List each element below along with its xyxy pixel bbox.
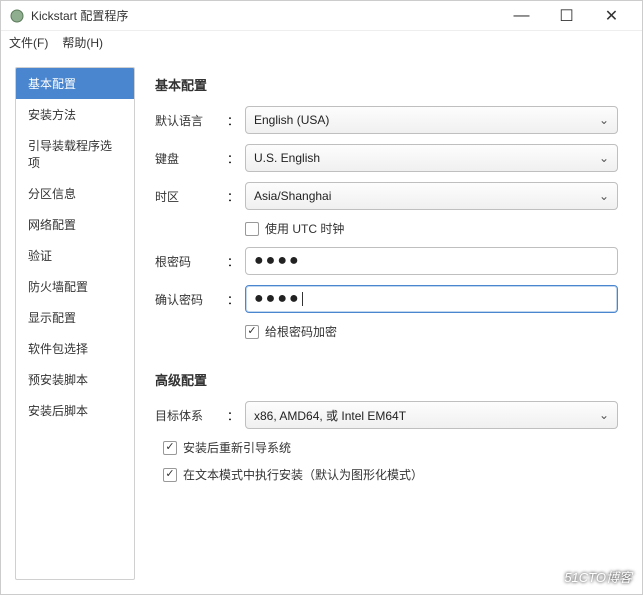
row-lang: 默认语言 ： English (USA) ⌄ — [155, 106, 618, 134]
menu-file[interactable]: 文件(F) — [9, 34, 48, 51]
confirmpw-value: ●●●● — [254, 291, 301, 307]
colon: ： — [227, 188, 239, 205]
minimize-button[interactable]: — — [499, 1, 544, 31]
sidebar-item-auth[interactable]: 验证 — [16, 240, 134, 271]
advanced-heading: 高级配置 — [155, 370, 618, 389]
main-panel: 基本配置 默认语言 ： English (USA) ⌄ 键盘 ： U.S. En… — [155, 67, 628, 580]
row-utc: 使用 UTC 时钟 — [155, 220, 618, 237]
row-keyboard: 键盘 ： U.S. English ⌄ — [155, 144, 618, 172]
lang-label: 默认语言 — [155, 112, 227, 129]
tz-value: Asia/Shanghai — [254, 189, 331, 203]
tz-select[interactable]: Asia/Shanghai ⌄ — [245, 182, 618, 210]
arch-select[interactable]: x86, AMD64, 或 Intel EM64T ⌄ — [245, 401, 618, 429]
sidebar-item-basic[interactable]: 基本配置 — [16, 68, 134, 99]
chevron-down-icon: ⌄ — [599, 113, 609, 127]
sidebar-item-network[interactable]: 网络配置 — [16, 209, 134, 240]
keyboard-select[interactable]: U.S. English ⌄ — [245, 144, 618, 172]
chevron-down-icon: ⌄ — [599, 408, 609, 422]
row-arch: 目标体系 ： x86, AMD64, 或 Intel EM64T ⌄ — [155, 401, 618, 429]
arch-label: 目标体系 — [155, 407, 227, 424]
keyboard-value: U.S. English — [254, 151, 320, 165]
rootpw-input[interactable]: ●●●● — [245, 247, 618, 275]
reboot-checkbox[interactable] — [163, 441, 177, 455]
close-button[interactable]: ✕ — [589, 1, 634, 31]
reboot-label: 安装后重新引导系统 — [183, 439, 291, 456]
row-rootpw: 根密码 ： ●●●● — [155, 247, 618, 275]
keyboard-label: 键盘 — [155, 150, 227, 167]
rootpw-label: 根密码 — [155, 253, 227, 270]
titlebar: Kickstart 配置程序 — ☐ ✕ — [1, 1, 642, 31]
watermark: 51CTO博客 — [564, 567, 632, 586]
basic-heading: 基本配置 — [155, 75, 618, 94]
row-confirmpw: 确认密码 ： ●●●● — [155, 285, 618, 313]
sidebar-item-firewall[interactable]: 防火墙配置 — [16, 271, 134, 302]
lang-select[interactable]: English (USA) ⌄ — [245, 106, 618, 134]
sidebar-item-install-method[interactable]: 安装方法 — [16, 99, 134, 130]
menubar: 文件(F) 帮助(H) — [1, 31, 642, 53]
row-encrypt: 给根密码加密 — [155, 323, 618, 340]
encrypt-label: 给根密码加密 — [265, 323, 337, 340]
textmode-checkbox[interactable] — [163, 468, 177, 482]
lang-value: English (USA) — [254, 113, 329, 127]
content-area: 基本配置 安装方法 引导装载程序选项 分区信息 网络配置 验证 防火墙配置 显示… — [1, 53, 642, 594]
colon: ： — [227, 407, 239, 424]
confirmpw-input[interactable]: ●●●● — [245, 285, 618, 313]
rootpw-value: ●●●● — [254, 253, 301, 269]
confirmpw-label: 确认密码 — [155, 291, 227, 308]
menu-help[interactable]: 帮助(H) — [62, 34, 103, 51]
textmode-label: 在文本模式中执行安装（默认为图形化模式） — [183, 466, 423, 483]
utc-checkbox[interactable] — [245, 222, 259, 236]
chevron-down-icon: ⌄ — [599, 189, 609, 203]
text-cursor — [302, 292, 303, 306]
chevron-down-icon: ⌄ — [599, 151, 609, 165]
row-textmode: 在文本模式中执行安装（默认为图形化模式） — [155, 466, 618, 483]
utc-label: 使用 UTC 时钟 — [265, 220, 344, 237]
maximize-button[interactable]: ☐ — [544, 1, 589, 31]
colon: ： — [227, 112, 239, 129]
row-reboot: 安装后重新引导系统 — [155, 439, 618, 456]
encrypt-checkbox[interactable] — [245, 325, 259, 339]
sidebar-item-display[interactable]: 显示配置 — [16, 302, 134, 333]
sidebar-item-postscript[interactable]: 安装后脚本 — [16, 395, 134, 426]
sidebar-item-bootloader[interactable]: 引导装载程序选项 — [16, 130, 134, 178]
window-title: Kickstart 配置程序 — [31, 7, 499, 24]
arch-value: x86, AMD64, 或 Intel EM64T — [254, 407, 406, 424]
colon: ： — [227, 150, 239, 167]
row-timezone: 时区 ： Asia/Shanghai ⌄ — [155, 182, 618, 210]
sidebar: 基本配置 安装方法 引导装载程序选项 分区信息 网络配置 验证 防火墙配置 显示… — [15, 67, 135, 580]
colon: ： — [227, 291, 239, 308]
app-icon — [9, 8, 25, 24]
tz-label: 时区 — [155, 188, 227, 205]
sidebar-item-prescript[interactable]: 预安装脚本 — [16, 364, 134, 395]
sidebar-item-partition[interactable]: 分区信息 — [16, 178, 134, 209]
window-controls: — ☐ ✕ — [499, 1, 634, 31]
sidebar-item-packages[interactable]: 软件包选择 — [16, 333, 134, 364]
colon: ： — [227, 253, 239, 270]
